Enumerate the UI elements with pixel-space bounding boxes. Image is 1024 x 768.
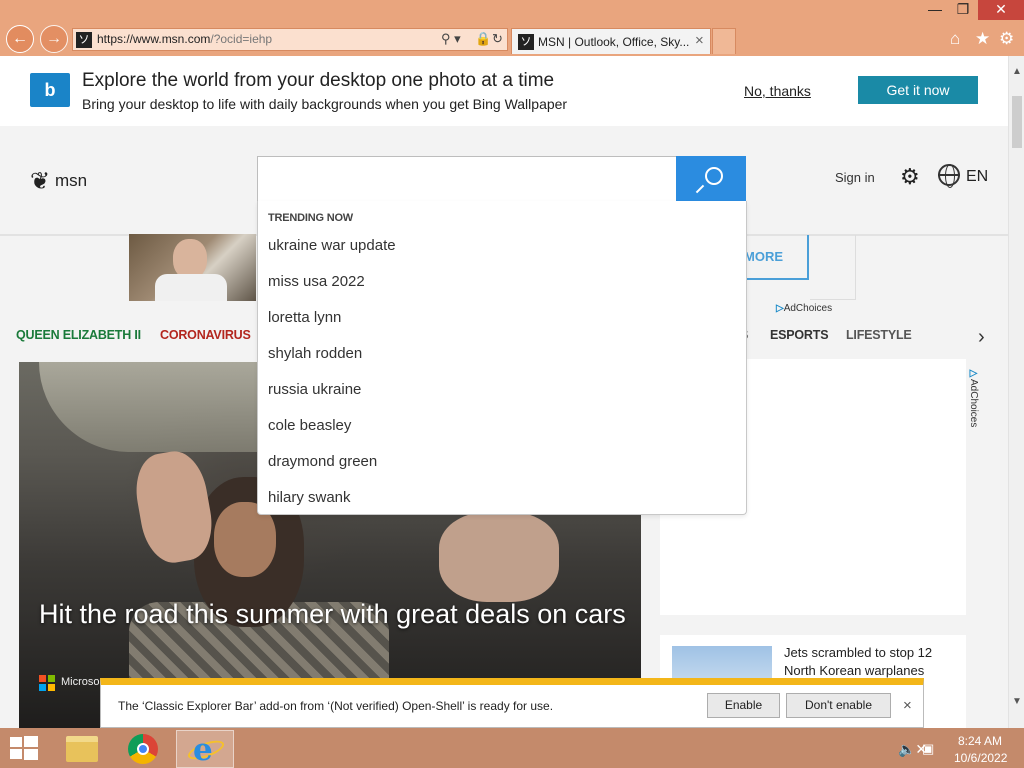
suggestion-item[interactable]: miss usa 2022 <box>268 273 365 290</box>
ad-box <box>810 235 856 300</box>
back-button[interactable]: ← <box>6 25 34 53</box>
dont-enable-button[interactable]: Don't enable <box>786 693 891 718</box>
search-dropdown-icon[interactable]: ⚲ ▾ <box>441 31 461 47</box>
adchoices-icon: ▷ <box>968 368 979 379</box>
favorites-star-icon[interactable]: ★ <box>975 29 990 49</box>
tab-esports[interactable]: ESPORTS <box>770 328 829 342</box>
tab-queen-elizabeth[interactable]: QUEEN ELIZABETH II <box>16 328 141 342</box>
search-button[interactable] <box>676 156 746 202</box>
vertical-scrollbar[interactable]: ▲ ▼ <box>1008 56 1024 728</box>
tab-title: MSN | Outlook, Office, Sky... <box>538 35 690 49</box>
file-explorer-icon[interactable] <box>54 730 110 768</box>
microsoft-logo-icon <box>39 675 55 691</box>
nav-next-chevron-icon[interactable]: › <box>978 326 985 349</box>
tab-msn[interactable]: ソ MSN | Outlook, Office, Sky... × <box>511 28 711 54</box>
search-icon <box>705 167 723 185</box>
msn-brand[interactable]: msn <box>55 171 87 191</box>
suggestion-item[interactable]: ukraine war update <box>268 237 396 254</box>
minimize-button[interactable]: — <box>920 0 950 20</box>
lock-icon[interactable]: 🔒 <box>475 31 491 47</box>
scroll-up-icon[interactable]: ▲ <box>1009 66 1024 77</box>
scroll-thumb[interactable] <box>1012 96 1022 148</box>
enable-button[interactable]: Enable <box>707 693 780 718</box>
new-tab-button[interactable] <box>712 28 736 54</box>
tab-lifestyle[interactable]: LIFESTYLE <box>846 328 912 342</box>
address-bar[interactable]: ソ https://www.msn.com/?ocid=iehp ⚲ ▾ 🔒 ↻ <box>72 28 508 51</box>
restore-button[interactable]: ❐ <box>948 0 978 20</box>
news-headline[interactable]: Jets scrambled to stop 12 North Korean w… <box>784 644 954 680</box>
notification-close-icon[interactable]: × <box>903 697 912 714</box>
adchoices-icon: ▷ <box>776 303 784 314</box>
notification-message: The ‘Classic Explorer Bar’ add-on from ‘… <box>118 699 554 713</box>
suggestion-item[interactable]: cole beasley <box>268 417 351 434</box>
get-it-now-button[interactable]: Get it now <box>858 76 978 104</box>
hero-source: Microso <box>61 676 100 688</box>
scroll-down-icon[interactable]: ▼ <box>1009 696 1024 707</box>
start-windows-icon[interactable] <box>10 736 38 760</box>
page-content: b Explore the world from your desktop on… <box>0 56 1008 728</box>
suggestion-item[interactable]: hilary swank <box>268 489 351 506</box>
adchoices-link[interactable]: ▷AdChoices <box>776 303 832 314</box>
msn-butterfly-icon[interactable]: ❦ <box>30 167 50 196</box>
bing-logo-icon: b <box>30 73 70 107</box>
tab-coronavirus[interactable]: CORONAVIRUS <box>160 328 251 342</box>
search-input[interactable] <box>257 156 677 202</box>
adchoices-vertical-link[interactable]: ▷AdChoices <box>968 368 979 427</box>
suggestion-item[interactable]: loretta lynn <box>268 309 341 326</box>
tools-gear-icon[interactable]: ⚙ <box>999 29 1014 49</box>
network-icon[interactable]: ▣ <box>922 741 934 757</box>
sign-in-link[interactable]: Sign in <box>835 170 875 185</box>
refresh-icon[interactable]: ↻ <box>492 31 503 47</box>
no-thanks-link[interactable]: No, thanks <box>744 83 811 99</box>
chrome-icon[interactable] <box>115 730 171 768</box>
tab-close-icon[interactable]: × <box>695 32 704 49</box>
close-window-button[interactable]: ✕ <box>978 0 1024 20</box>
trending-heading: TRENDING NOW <box>268 212 353 224</box>
suggestion-item[interactable]: shylah rodden <box>268 345 362 362</box>
address-url[interactable]: https://www.msn.com/?ocid=iehp <box>97 32 272 46</box>
suggestion-item[interactable]: draymond green <box>268 453 377 470</box>
msn-favicon-icon: ソ <box>518 34 534 50</box>
globe-icon[interactable] <box>938 164 960 188</box>
clock-time[interactable]: 8:24 AM <box>958 734 1002 748</box>
suggestion-item[interactable]: russia ukraine <box>268 381 361 398</box>
banner-subtitle: Bring your desktop to life with daily ba… <box>82 96 568 112</box>
ad-image[interactable] <box>129 234 256 301</box>
home-icon[interactable]: ⌂ <box>950 29 960 49</box>
clock-date[interactable]: 10/6/2022 <box>954 751 1007 765</box>
language-label[interactable]: EN <box>966 168 988 186</box>
bing-wallpaper-banner: b Explore the world from your desktop on… <box>0 56 1008 126</box>
forward-button[interactable]: → <box>40 25 68 53</box>
banner-title: Explore the world from your desktop one … <box>82 70 555 91</box>
settings-gear-icon[interactable]: ⚙ <box>900 164 920 190</box>
msn-favicon-icon: ソ <box>76 32 92 48</box>
internet-explorer-icon[interactable]: e <box>176 730 234 768</box>
hero-headline[interactable]: Hit the road this summer with great deal… <box>39 597 629 632</box>
